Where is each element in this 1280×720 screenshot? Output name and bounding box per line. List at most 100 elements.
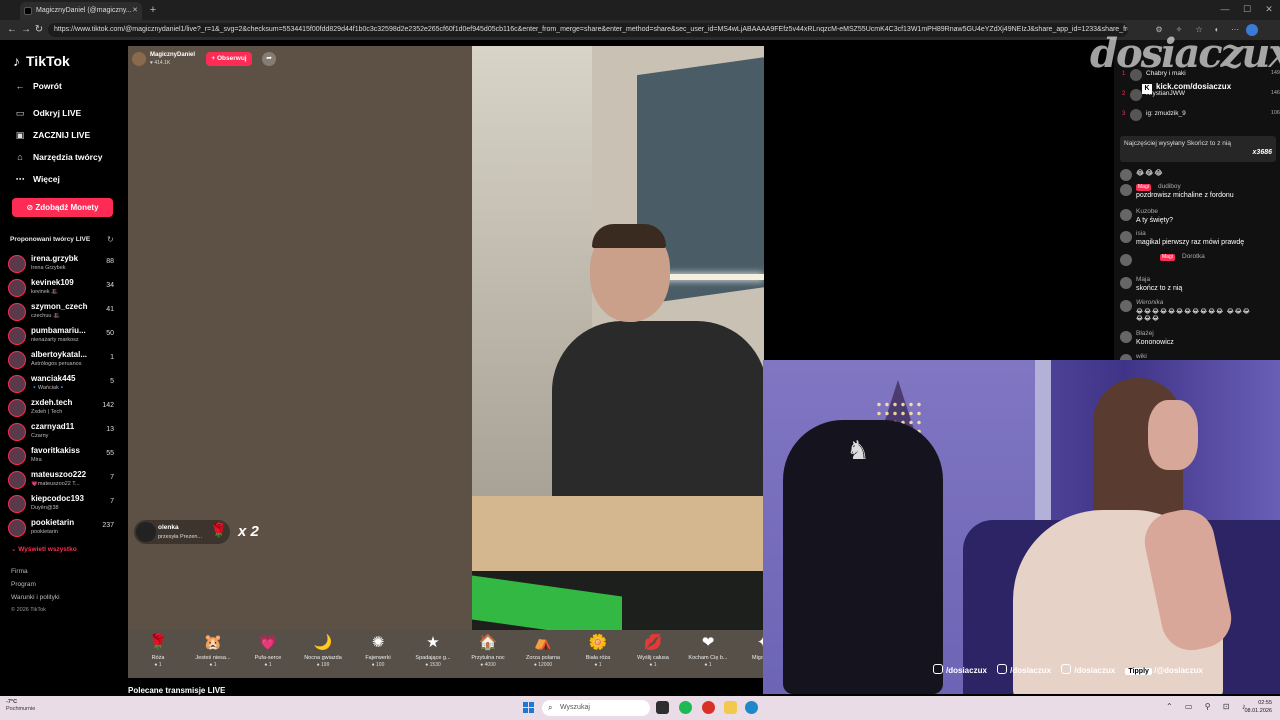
follow-button[interactable]: + Obserwuj [206,52,252,66]
gift-bar: 🌹 Róża ● 1 🐹 Jesteś niesa... ● 1 💗 Pufa-serce ● … [128,630,764,678]
taskbar-search[interactable]: ⌕ Wyszukaj [542,700,650,716]
gift-name: Pufa-serce [254,655,282,661]
gift-item[interactable]: 🌹 Róża ● 1 [132,634,184,678]
footer-link-terms[interactable]: Warunki i polityki [11,594,60,601]
clock[interactable]: 02:55 08.01.2026 [1236,699,1272,715]
creator-name: wanciak445 [31,374,76,383]
nav-start-live[interactable]: ▣ ZACZNIJ LIVE [13,130,90,141]
gift-name: Migocz... [751,655,764,661]
host-name[interactable]: MagicznyDaniel [150,52,195,58]
avatar [1120,300,1132,312]
kick-icon: K [1142,84,1152,94]
gift-icon: ✦ [756,634,764,651]
gift-name: Zorza polarna [526,655,560,661]
edge-icon[interactable] [745,701,758,714]
live-stream-player[interactable]: MagicznyDaniel ♥ 414.1K + Obserwuj ➦ ole… [128,46,764,678]
message-text: A ty święty? [1136,217,1173,224]
gift-item[interactable]: ★ Spadające g... ● 1530 [407,634,459,678]
gift-item[interactable]: ❤ Kocham Cię b... ● 1 [682,634,734,678]
avatar[interactable] [132,52,146,66]
avatar [8,303,26,321]
gift-item[interactable]: 💋 Wyślij całusa ● 1 [627,634,679,678]
maximize-icon[interactable]: ☐ [1240,2,1254,16]
close-tab-icon[interactable]: ✕ [132,2,138,20]
message-user[interactable]: Weronika [1136,299,1163,306]
back-arrow-icon: ← [15,81,25,91]
creator-item[interactable]: favoritkakiss Mira 55 [8,445,118,467]
creator-item[interactable]: kiepcodoc193 Duyên@38 7 [8,493,118,515]
nav-more[interactable]: ⋯ Więcej [13,174,60,185]
clock-time: 02:55 [1258,700,1272,706]
stream-video[interactable] [472,46,764,630]
chrome-icon[interactable] [702,701,715,714]
new-tab-button[interactable]: + [146,2,160,18]
avatar [136,522,156,542]
gift-item[interactable]: 🐹 Jesteś niesa... ● 1 [187,634,239,678]
gift-item[interactable]: ✦ Migocz... [737,634,764,678]
gift-price: ● 1 [264,662,272,668]
gift-price: ● 12000 [533,662,553,668]
message-user[interactable]: Dorotka [1182,253,1205,260]
creator-item[interactable]: pumbamariu... nienażarty markosz 50 [8,325,118,347]
creator-item[interactable]: wanciak445 🔹Wańciak🔹 5 [8,373,118,395]
refresh-icon[interactable]: ↻ [107,235,114,244]
file-explorer-icon[interactable] [724,701,737,714]
creator-item[interactable]: szymon_czech czechuu 🎩 41 [8,301,118,323]
creator-sub: Mira [31,457,42,463]
tiktok-logo[interactable]: ♪ TikTok [13,53,70,69]
avatar [8,447,26,465]
message-user[interactable]: wiki [1136,353,1147,360]
tiktok-icon [997,664,1008,674]
creator-name: favoritkakiss [31,446,80,455]
nav-discover-live[interactable]: ▭ Odkryj LIVE [13,108,81,119]
creator-item[interactable]: zxdeh.tech Zxdeh | Tech 142 [8,397,118,419]
creator-item[interactable]: irena.grzybk Irena Grzybek 88 [8,253,118,275]
browser-tab[interactable]: MagicznyDaniel (@magiczny... ✕ [20,2,142,20]
footer-link-company[interactable]: Firma [11,568,28,575]
gift-icon: 🌙 [313,634,333,651]
creator-item[interactable]: kevinek109 kevinek 🎩 34 [8,277,118,299]
webcam-overlay: ♞ /dosiaczux /dosiaczux /dosiaczux Tippl… [763,360,1280,694]
creator-item[interactable]: albertoykatal... Astrólogos peruanos 1 [8,349,118,371]
get-coins-button[interactable]: ⊘ Zdobądź Monety [12,198,113,217]
footer-link-program[interactable]: Program [11,581,36,588]
creator-name: mateuszoo222 [31,470,87,479]
close-window-icon[interactable]: ✕ [1262,2,1276,16]
gift-item[interactable]: 💗 Pufa-serce ● 1 [242,634,294,678]
creator-item[interactable]: mateuszoo222 💗mateuszoo22 T... 7 [8,469,118,491]
gift-sender: olenka [158,524,179,531]
weather-widget[interactable]: -7°C Pochmurnie [6,699,35,713]
creator-item[interactable]: czarnyad11 Czarny 13 [8,421,118,443]
reload-icon[interactable]: ↻ [33,23,45,37]
tiktok-note-icon: ♪ [13,53,20,69]
kick-label: kick.com/dosiaczux [1156,82,1232,91]
stream-side-area [764,40,1114,360]
creator-sub: czechuu 🎩 [31,313,60,319]
windows-start-icon[interactable] [523,702,535,714]
camera-icon: ▣ [15,130,25,140]
message-user[interactable]: Maja [1136,276,1150,283]
gift-item[interactable]: 🌼 Biała róża ● 1 [572,634,624,678]
spotify-icon[interactable] [679,701,692,714]
back-icon[interactable]: ← [6,23,18,37]
gift-item[interactable]: ⛺ Zorza polarna ● 12000 [517,634,569,678]
viewer-count: 55 [106,450,114,457]
ranking-item[interactable]: 3 ig: zmudzik_9 106 [1122,108,1280,126]
message-user[interactable]: dudiboy [1158,183,1181,190]
minimize-icon[interactable]: — [1218,2,1232,16]
start-tile [523,708,528,713]
url-field[interactable]: https://www.tiktok.com/@magicznydaniel1/… [48,23,1128,37]
message-user[interactable]: isia [1136,230,1146,237]
forward-icon[interactable]: → [20,23,32,37]
nav-back[interactable]: ← Powrót [13,81,62,91]
nav-creator-tools[interactable]: ⌂ Narzędzia twórcy [13,152,102,162]
message-user[interactable]: Błażej [1136,330,1154,337]
gift-item[interactable]: 🌙 Nocna gwiazda ● 199 [297,634,349,678]
message-user[interactable]: Kuzobe [1136,208,1158,215]
gift-item[interactable]: 🏠 Przytulna noc ● 4000 [462,634,514,678]
creator-item[interactable]: pookietarin pookietarin 237 [8,517,118,539]
gift-item[interactable]: ✺ Fajerwerki ● 100 [352,634,404,678]
show-all-link[interactable]: ⌄ Wyświetl wszystko [11,545,77,553]
task-view-icon[interactable] [656,701,669,714]
share-icon[interactable]: ➦ [262,52,276,66]
